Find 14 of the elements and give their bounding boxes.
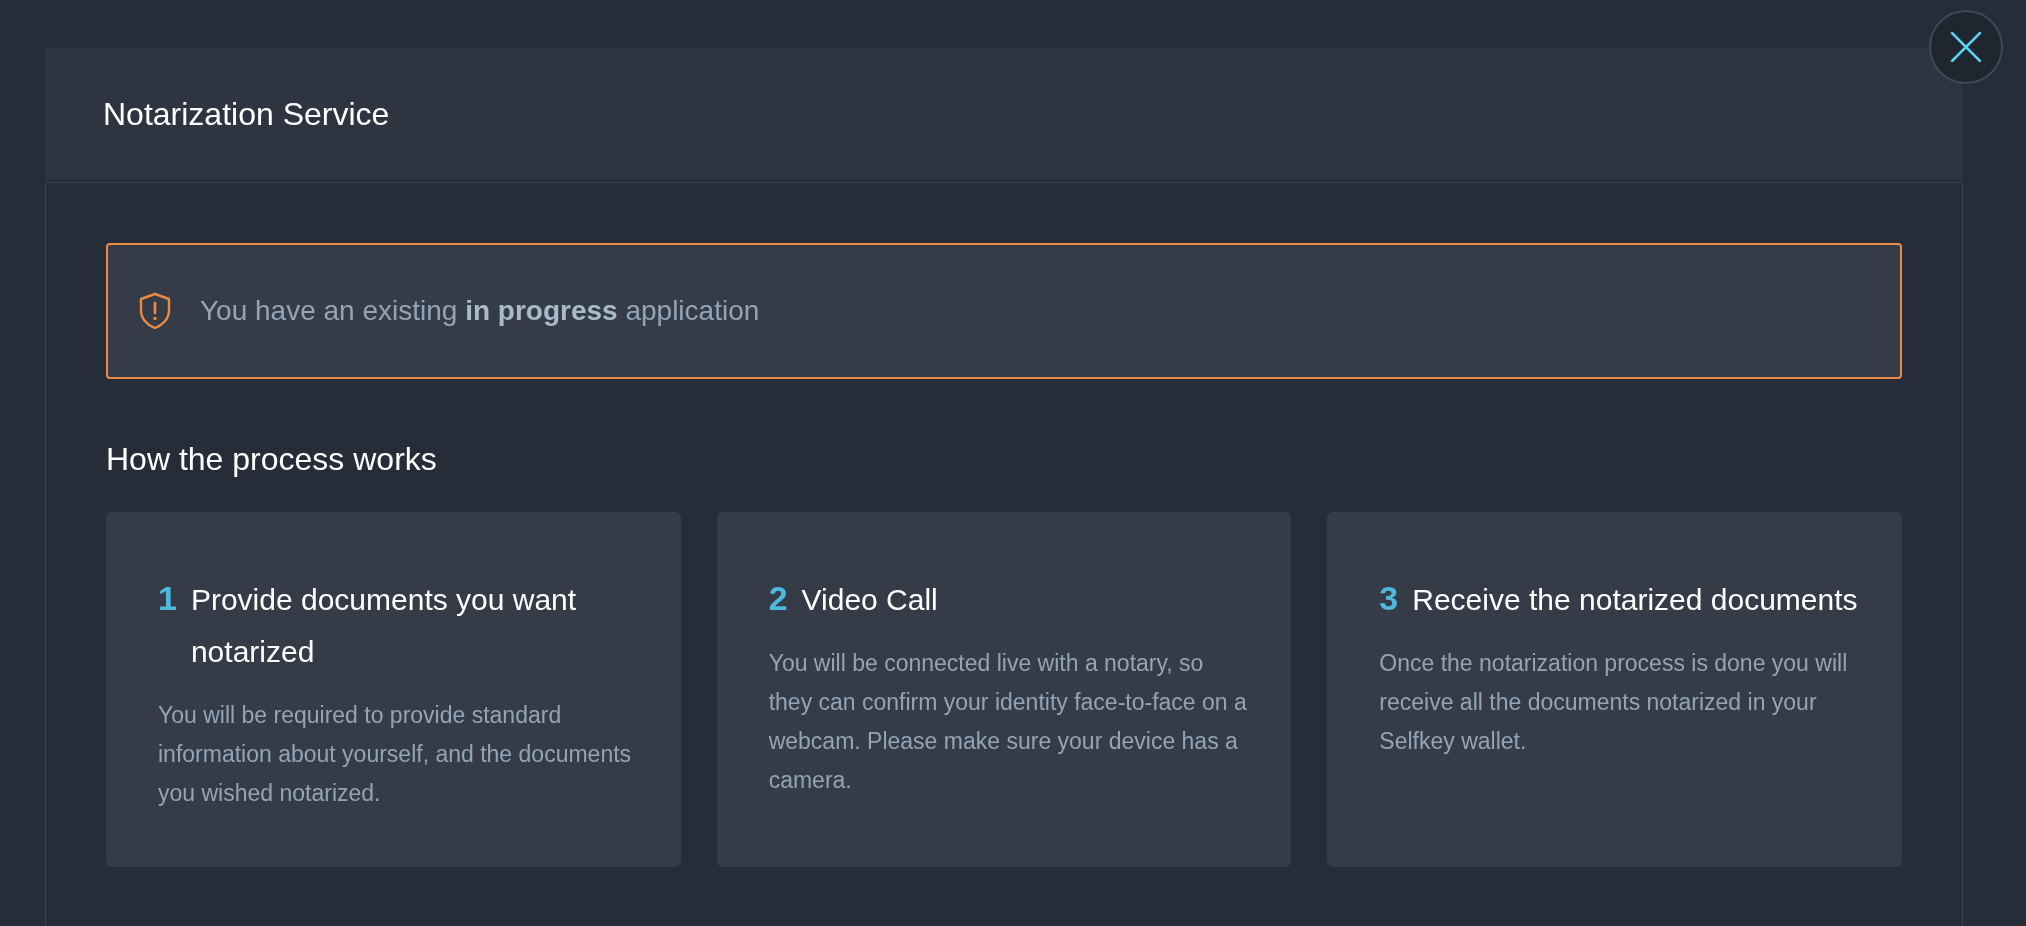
section-heading: How the process works [106, 441, 438, 478]
step-description: You will be connected live with a notary, so they can confirm your identity face-to-face on a webcam. Please make sure your device has a camera. [768, 649, 1248, 795]
step-number: 3 [1379, 579, 1399, 618]
dialog-title: Notarization Service [103, 95, 390, 133]
close-icon [1950, 31, 1982, 63]
alert-message: You have an existing in progress application [200, 295, 760, 327]
step-number: 1 [158, 579, 177, 618]
step-description: Once the notarization process is done you will receive all the documents notarized in your Selfkey wallet. [1379, 649, 1849, 756]
step-title: Video Call [801, 582, 938, 618]
step-description: You will be required to provide standard information about yourself, and the documents you wished notarized. [158, 701, 633, 808]
step-number: 2 [768, 579, 788, 618]
step-title: Receive the notarized documents [1412, 582, 1858, 618]
step-title: Provide documents you want notarized [190, 582, 578, 670]
shield-warning-icon [138, 292, 172, 330]
